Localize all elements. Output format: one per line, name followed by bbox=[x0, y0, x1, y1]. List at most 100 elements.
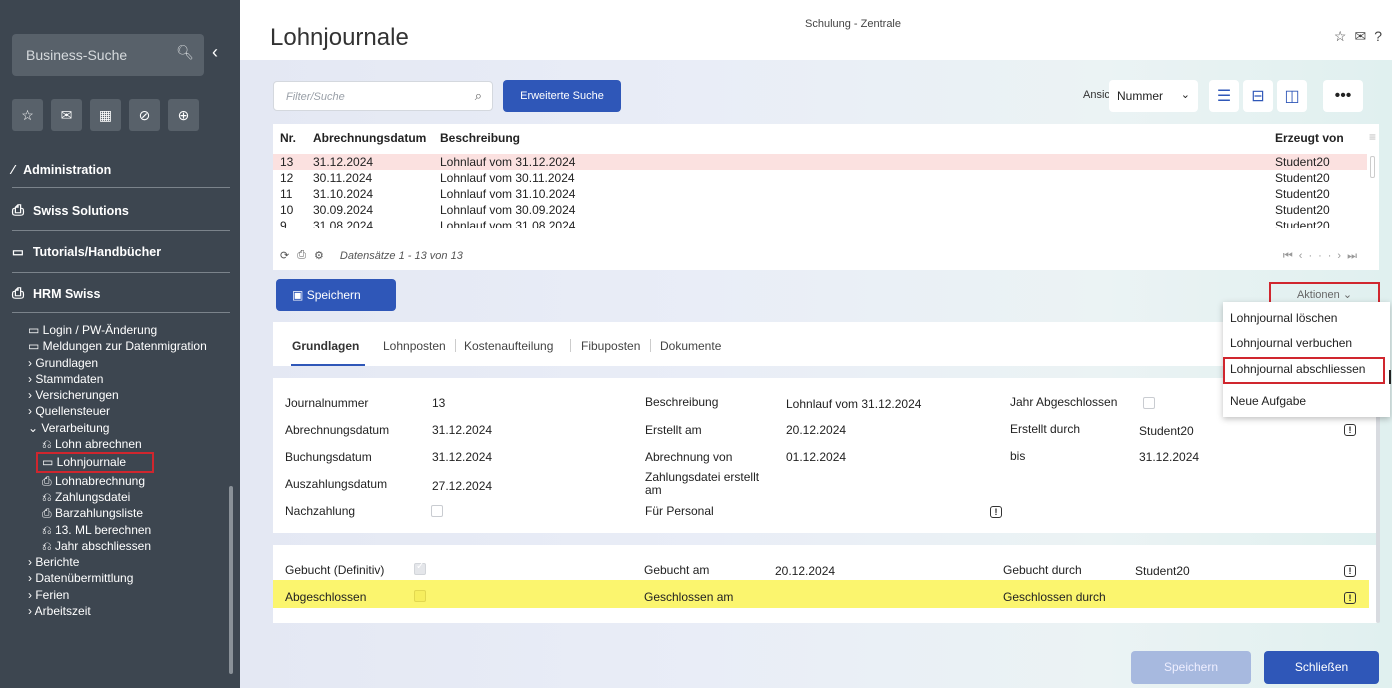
menu-item-post[interactable]: Lohnjournal verbuchen bbox=[1230, 336, 1352, 350]
mail-icon[interactable]: ✉ bbox=[1354, 28, 1366, 45]
column-menu-icon[interactable]: ≡ bbox=[1369, 130, 1376, 144]
table-scrollbar[interactable] bbox=[1370, 156, 1375, 178]
split-horizontal-icon[interactable]: ⊟ bbox=[1243, 80, 1273, 112]
tab-lohnposten[interactable]: Lohnposten bbox=[383, 339, 446, 353]
tree-item-verarbeitung[interactable]: ⌄ Verarbeitung bbox=[28, 420, 228, 436]
table-row[interactable]: 13 31.12.2024 Lohnlauf vom 31.12.2024 Stude… bbox=[273, 154, 1367, 170]
tree-item-lohn-abrechnen[interactable]: ⎌ Lohn abrechnen bbox=[28, 436, 228, 452]
tab-fibuposten[interactable]: Fibuposten bbox=[581, 339, 640, 353]
value-journalnummer[interactable]: 13 bbox=[432, 396, 445, 410]
search-icon[interactable]: ⌕ bbox=[475, 88, 482, 104]
value-abrechnung-von[interactable]: 01.12.2024 bbox=[786, 450, 846, 464]
value-gebucht-am[interactable]: 20.12.2024 bbox=[775, 564, 835, 578]
record-count: Datensätze 1 - 13 von 13 bbox=[339, 249, 463, 262]
value-erstellt-am[interactable]: 20.12.2024 bbox=[786, 423, 846, 437]
sidebar-scrollbar[interactable] bbox=[229, 486, 233, 674]
sidebar-item-tutorials[interactable]: ▭ Tutorials/Handbücher bbox=[12, 244, 230, 260]
value-auszahlungsdatum[interactable]: 27.12.2024 bbox=[432, 479, 492, 493]
book-icon: ▭ bbox=[12, 245, 24, 259]
table-row[interactable]: 9 31.08.2024 Lohnlauf vom 31.08.2024 Studen… bbox=[273, 218, 1367, 228]
settings-icon[interactable]: ⚙ bbox=[314, 249, 324, 262]
sidebar-item-swiss-solutions[interactable]: ⎙ Swiss Solutions bbox=[12, 202, 230, 219]
nachzahlung-checkbox[interactable] bbox=[431, 505, 443, 517]
printer-icon: ⎙ bbox=[12, 202, 25, 219]
mail-icon[interactable]: ✉ bbox=[51, 99, 82, 131]
star-icon[interactable]: ☆ bbox=[12, 99, 43, 131]
menu-item-close-journal[interactable]: Lohnjournal abschliessen bbox=[1230, 362, 1365, 376]
column-header-erzeugt-von[interactable]: Erzeugt von bbox=[1275, 131, 1344, 145]
label-zahlungsdatei-am: am bbox=[645, 483, 662, 497]
label-buchungsdatum: Buchungsdatum bbox=[285, 450, 372, 464]
tree-item-barzahlungsliste[interactable]: ⎙ Barzahlungsliste bbox=[28, 505, 228, 521]
label-erstellt-am: Erstellt am bbox=[645, 423, 702, 437]
more-options-icon[interactable]: ••• bbox=[1323, 80, 1363, 112]
print-icon[interactable]: ⎙ bbox=[297, 249, 306, 262]
tree-item-meldungen[interactable]: ▭ Meldungen zur Datenmigration bbox=[28, 338, 228, 354]
sidebar-item-hrm-swiss[interactable]: ⎙ HRM Swiss bbox=[12, 285, 230, 302]
gebucht-checkbox[interactable] bbox=[414, 561, 426, 575]
tree-item-ferien[interactable]: › Ferien bbox=[28, 587, 228, 603]
tree-item-zahlungsdatei[interactable]: ⎌ Zahlungsdatei bbox=[28, 489, 228, 505]
value-buchungsdatum[interactable]: 31.12.2024 bbox=[432, 450, 492, 464]
add-icon[interactable]: ⊕ bbox=[168, 99, 199, 131]
tree-item-grundlagen[interactable]: › Grundlagen bbox=[28, 355, 228, 371]
view-select[interactable]: Nummer ⌄ bbox=[1109, 80, 1198, 112]
column-header-beschreibung[interactable]: Beschreibung bbox=[440, 131, 520, 145]
value-gebucht-durch[interactable]: Student20 bbox=[1135, 564, 1190, 578]
close-button[interactable]: Schließen bbox=[1264, 651, 1379, 684]
tree-item-login[interactable]: ▭ Login / PW-Änderung bbox=[28, 322, 228, 338]
tab-kostenaufteilung[interactable]: Kostenaufteilung bbox=[464, 339, 553, 353]
chevron-down-icon: ⌄ bbox=[1180, 89, 1190, 101]
tab-grundlagen[interactable]: Grundlagen bbox=[292, 339, 359, 353]
info-icon[interactable]: ! bbox=[990, 506, 1002, 518]
info-icon[interactable]: ! bbox=[1344, 565, 1356, 577]
detail-tabs: Grundlagen Lohnposten Kostenaufteilung F… bbox=[273, 322, 1379, 366]
tree-item-berichte[interactable]: › Berichte bbox=[28, 554, 228, 570]
tree-item-13-ml[interactable]: ⎌ 13. ML berechnen bbox=[28, 522, 228, 538]
info-icon[interactable]: ! bbox=[1344, 424, 1356, 436]
business-search-input[interactable]: Business-Suche 🔍︎ bbox=[12, 34, 204, 76]
pager[interactable]: ⏮‹···›⏭ bbox=[1283, 250, 1363, 263]
info-icon[interactable]: ! bbox=[1344, 592, 1356, 604]
refresh-icon[interactable]: ⟳ bbox=[280, 249, 289, 262]
table-row[interactable]: 10 30.09.2024 Lohnlauf vom 30.09.2024 Stude… bbox=[273, 202, 1367, 218]
help-icon[interactable]: ? bbox=[1374, 28, 1382, 45]
list-view-icon[interactable]: ☰ bbox=[1209, 80, 1239, 112]
tree-item-stammdaten[interactable]: › Stammdaten bbox=[28, 371, 228, 387]
tree-item-versicherungen[interactable]: › Versicherungen bbox=[28, 387, 228, 403]
jahr-abgeschlossen-checkbox[interactable] bbox=[1143, 397, 1155, 409]
tree-item-lohnjournale[interactable]: ▭ Lohnjournale bbox=[28, 452, 228, 473]
favorite-star-icon[interactable]: ☆ bbox=[1334, 28, 1347, 45]
context-label: Schulung - Zentrale bbox=[805, 18, 901, 30]
sidebar-item-administration[interactable]: ⁄ Administration bbox=[12, 163, 230, 177]
menu-item-delete[interactable]: Lohnjournal löschen bbox=[1230, 311, 1337, 325]
advanced-search-button[interactable]: Erweiterte Suche bbox=[503, 80, 621, 112]
value-erstellt-durch[interactable]: Student20 bbox=[1139, 424, 1194, 438]
check-icon[interactable]: ⊘ bbox=[129, 99, 160, 131]
column-header-nr[interactable]: Nr. bbox=[280, 131, 296, 145]
split-vertical-icon[interactable]: ◫ bbox=[1277, 80, 1307, 112]
collapse-sidebar-icon[interactable]: ‹ bbox=[212, 42, 218, 63]
filter-search-input[interactable]: Filter/Suche ⌕ bbox=[273, 81, 493, 111]
abgeschlossen-checkbox[interactable] bbox=[414, 590, 426, 602]
column-header-abrechnungsdatum[interactable]: Abrechnungsdatum bbox=[313, 131, 426, 145]
main-area: Lohnjournale Schulung - Zentrale ☆ ✉ ? F… bbox=[240, 0, 1392, 688]
booking-section: Gebucht (Definitiv) Gebucht am 20.12.202… bbox=[273, 545, 1379, 623]
label-abrechnung-von: Abrechnung von bbox=[645, 450, 733, 464]
tab-dokumente[interactable]: Dokumente bbox=[660, 339, 721, 353]
value-bis[interactable]: 31.12.2024 bbox=[1139, 450, 1199, 464]
table-row[interactable]: 11 31.10.2024 Lohnlauf vom 31.10.2024 Stude… bbox=[273, 186, 1367, 202]
value-abrechnungsdatum[interactable]: 31.12.2024 bbox=[432, 423, 492, 437]
tree-item-jahr-abschliessen[interactable]: ⎌ Jahr abschliessen bbox=[28, 538, 228, 554]
tree-item-quellensteuer[interactable]: › Quellensteuer bbox=[28, 403, 228, 419]
calendar-icon[interactable]: ▦ bbox=[90, 99, 121, 131]
tree-item-lohnabrechnung[interactable]: ⎙ Lohnabrechnung bbox=[28, 473, 228, 489]
footer-save-button[interactable]: Speichern bbox=[1131, 651, 1251, 684]
save-button[interactable]: ▣ Speichern bbox=[276, 279, 396, 311]
table-row[interactable]: 12 30.11.2024 Lohnlauf vom 30.11.2024 Stude… bbox=[273, 170, 1367, 186]
actions-menu: Lohnjournal löschen Lohnjournal verbuche… bbox=[1223, 302, 1390, 417]
tree-item-datenuebermittlung[interactable]: › Datenübermittlung bbox=[28, 570, 228, 586]
menu-item-new-task[interactable]: Neue Aufgabe bbox=[1230, 394, 1306, 408]
value-beschreibung[interactable]: Lohnlauf vom 31.12.2024 bbox=[786, 397, 921, 411]
tree-item-arbeitszeit[interactable]: › Arbeitszeit bbox=[28, 603, 228, 619]
